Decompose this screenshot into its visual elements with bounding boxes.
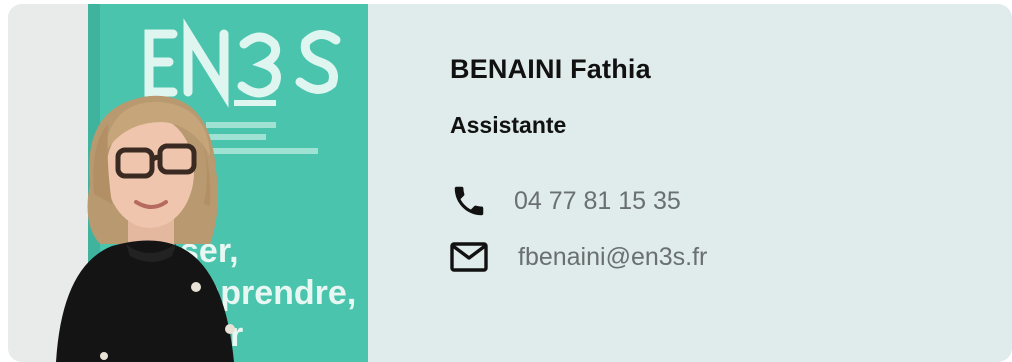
contact-card: ser, mprendre, r BENAINI Fathia Assistan… bbox=[8, 4, 1012, 362]
contact-name: BENAINI Fathia bbox=[450, 54, 651, 84]
phone-icon bbox=[448, 180, 490, 222]
contact-info: BENAINI Fathia Assistante 04 77 81 15 35… bbox=[368, 4, 1012, 362]
phone-number[interactable]: 04 77 81 15 35 bbox=[514, 187, 681, 216]
email-address[interactable]: fbenaini@en3s.fr bbox=[518, 243, 707, 272]
contact-role: Assistante bbox=[450, 112, 567, 138]
profile-photo: ser, mprendre, r bbox=[8, 4, 368, 362]
profile-photo-illustration: ser, mprendre, r bbox=[8, 4, 368, 362]
phone-row[interactable]: 04 77 81 15 35 bbox=[448, 180, 681, 222]
email-row[interactable]: fbenaini@en3s.fr bbox=[448, 236, 707, 278]
mail-icon bbox=[448, 236, 490, 278]
